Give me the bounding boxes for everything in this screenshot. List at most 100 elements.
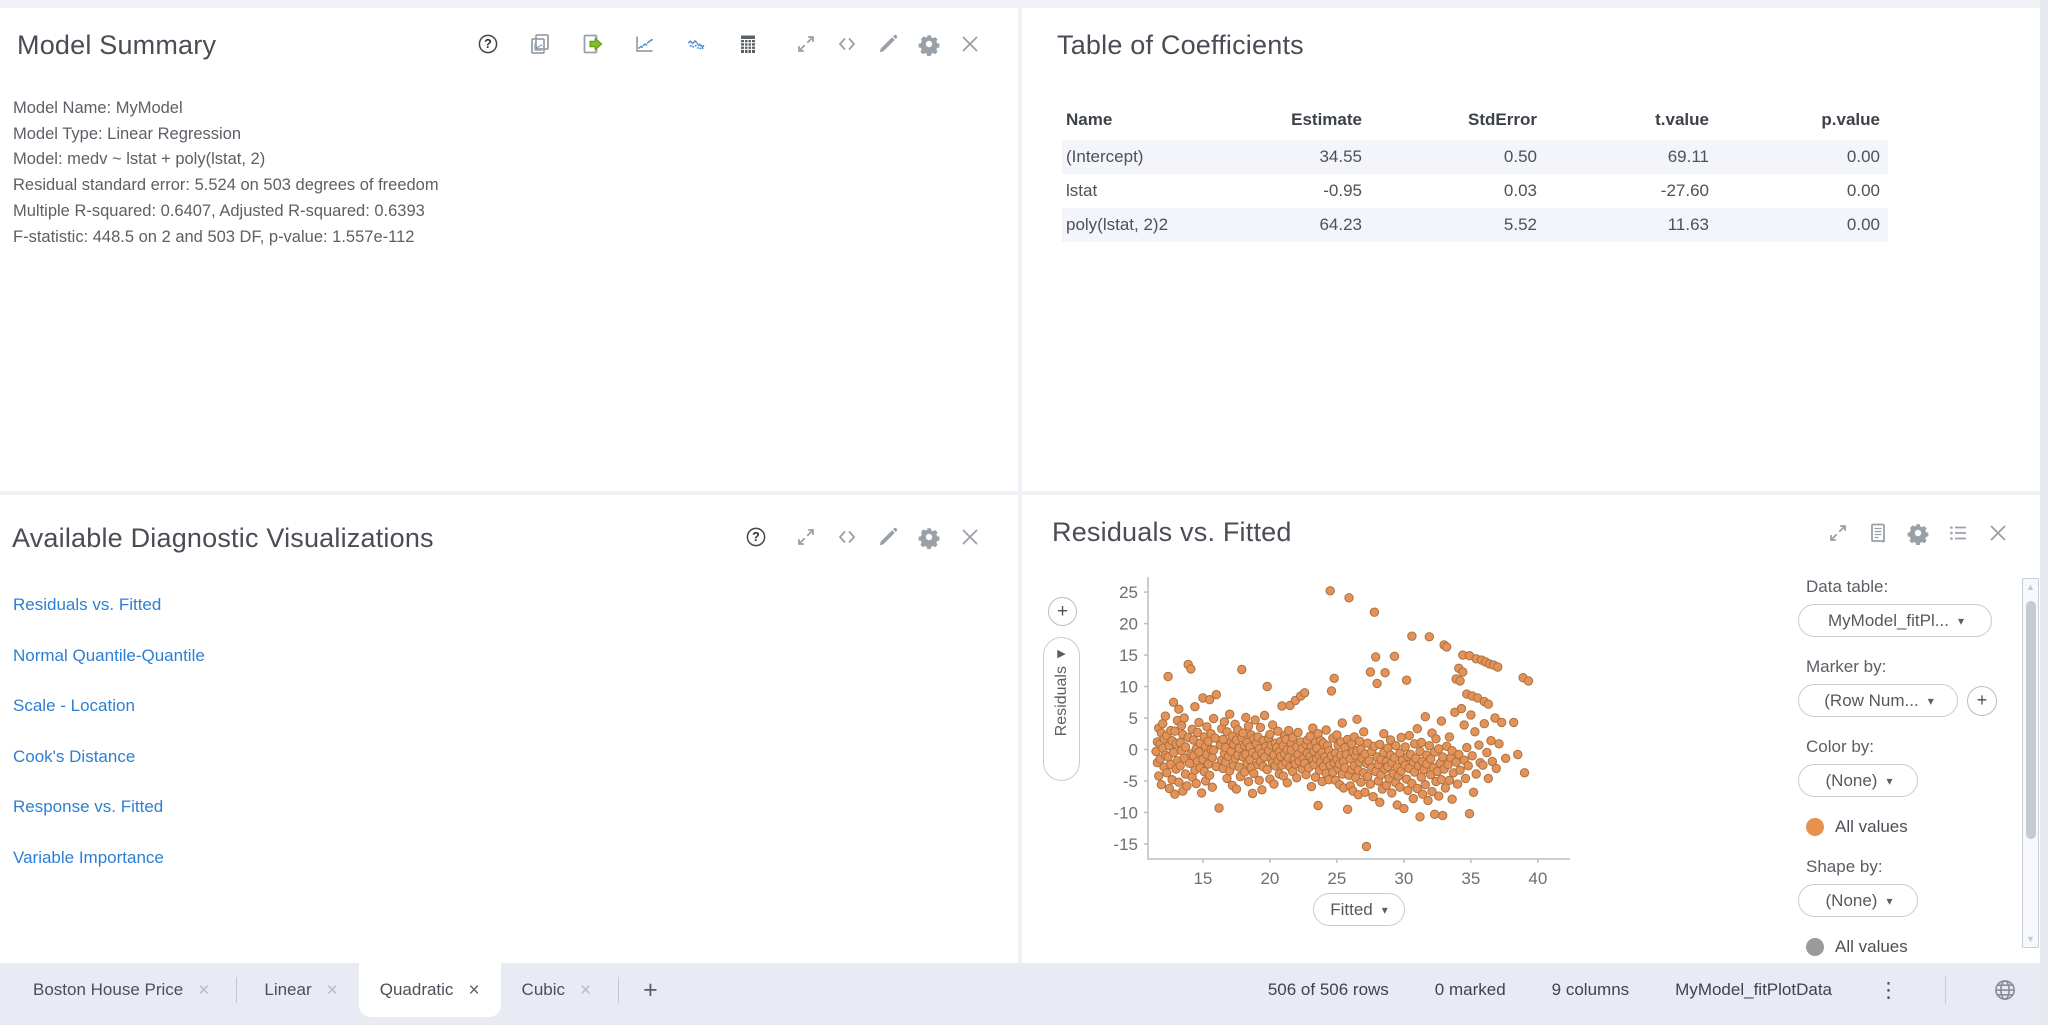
page-scrollbar-strip[interactable] <box>2040 0 2048 1025</box>
chevron-down-icon: ▾ <box>1381 902 1388 917</box>
diagnostic-link[interactable]: Response vs. Fitted <box>13 797 163 816</box>
data-table-dropdown[interactable]: MyModel_fitPl... ▾ <box>1798 604 1992 637</box>
maximize-icon[interactable] <box>794 525 818 549</box>
tab-quadratic[interactable]: Quadratic × <box>358 963 501 1017</box>
code-icon[interactable] <box>835 525 859 549</box>
svg-text:?: ? <box>752 530 760 544</box>
table-cell: lstat <box>1066 181 1098 200</box>
table-cell: 0.03 <box>1503 181 1537 200</box>
table-cell: 69.11 <box>1667 147 1709 166</box>
shape-all-values-swatch <box>1806 938 1824 956</box>
svg-text:-5: -5 <box>1123 772 1138 791</box>
column-header: Name <box>1066 110 1113 129</box>
svg-text:35: 35 <box>1461 869 1480 888</box>
svg-text:0: 0 <box>1129 740 1138 759</box>
list-item: Response vs. Fitted <box>13 797 205 817</box>
scroll-down-icon[interactable]: ▼ <box>2023 934 2038 944</box>
table-row[interactable]: lstat -0.95 0.03 -27.60 0.00 <box>1062 174 1888 208</box>
tab-cubic[interactable]: Cubic × <box>501 963 613 1017</box>
x-axis-selector[interactable]: Fitted ▾ <box>1313 893 1405 926</box>
edit-pencil-icon[interactable] <box>876 32 900 56</box>
svg-text:?: ? <box>484 37 492 51</box>
tab-close-icon[interactable]: × <box>580 981 591 1000</box>
globe-icon[interactable] <box>1992 977 2018 1003</box>
column-header: Estimate <box>1291 110 1362 129</box>
svg-text:30: 30 <box>1394 869 1413 888</box>
scatter-panel: Residuals vs. Fitted + ▶ Residuals 25 20 1… <box>1022 495 2040 963</box>
svg-text:-10: -10 <box>1113 803 1138 822</box>
tab-close-icon[interactable]: × <box>468 981 479 1000</box>
line-chart-icon[interactable] <box>632 32 656 56</box>
kebab-menu-icon[interactable]: ⋮ <box>1878 978 1899 1003</box>
color-by-label: Color by: <box>1806 737 1875 756</box>
active-data-table-status[interactable]: MyModel_fitPlotData <box>1675 980 1832 1000</box>
close-icon[interactable] <box>1986 521 2010 545</box>
calculator-icon[interactable] <box>736 32 760 56</box>
table-cell: -0.95 <box>1323 181 1362 200</box>
diagnostic-link[interactable]: Normal Quantile-Quantile <box>13 646 205 665</box>
maximize-icon[interactable] <box>1826 521 1850 545</box>
add-page-button[interactable]: + <box>625 963 676 1017</box>
tab-linear[interactable]: Linear × <box>243 963 358 1017</box>
table-row[interactable]: (Intercept) 34.55 0.50 69.11 0.00 <box>1062 140 1888 174</box>
duplicate-visualization-icon[interactable] <box>528 32 552 56</box>
color-all-values-label: All values <box>1835 817 1908 836</box>
help-icon[interactable]: ? <box>476 32 500 56</box>
column-header: StdError <box>1468 110 1537 129</box>
color-by-dropdown[interactable]: (None) ▾ <box>1798 764 1918 797</box>
model-summary-toolbar: ? <box>476 32 760 56</box>
list-icon[interactable] <box>1946 521 1970 545</box>
help-icon[interactable]: ? <box>744 525 768 549</box>
gear-icon[interactable] <box>1906 521 1930 545</box>
diagnostics-link-list: Residuals vs. Fitted Normal Quantile-Quan… <box>13 595 205 898</box>
row-count-status: 506 of 506 rows <box>1267 980 1389 999</box>
x-axis-label: Fitted <box>1330 899 1373 919</box>
model-summary-panel: Model Summary ? Model Name: MyModel Model… <box>0 8 1018 491</box>
coefficients-panel: Table of Coefficients Name Estimate StdErr… <box>1022 8 2040 491</box>
flyout-arrow-icon: ▶ <box>1057 648 1066 660</box>
table-cell: 0.00 <box>1846 215 1880 234</box>
marker-by-dropdown[interactable]: (Row Num... ▾ <box>1798 684 1958 717</box>
chevron-down-icon: ▾ <box>1886 893 1893 908</box>
report-icon[interactable] <box>1866 521 1890 545</box>
add-marker-button[interactable]: + <box>1967 685 1997 716</box>
summary-line: F-statistic: 448.5 on 2 and 503 DF, p-va… <box>13 227 415 246</box>
diagnostic-link[interactable]: Cook's Distance <box>13 747 135 766</box>
model-summary-window-controls <box>794 32 982 56</box>
diagnostic-link[interactable]: Scale - Location <box>13 696 135 715</box>
diagnostic-link[interactable]: Variable Importance <box>13 848 164 867</box>
bottom-bar: Boston House Price × Linear × Quadratic × Cubi… <box>0 963 2048 1025</box>
scatter-scrollbar[interactable]: ▲ ▼ <box>2022 578 2039 948</box>
column-count-status: 9 columns <box>1551 980 1630 999</box>
diagnostics-panel: Available Diagnostic Visualizations ? Re… <box>0 495 1018 963</box>
tab-close-icon[interactable]: × <box>198 981 209 1000</box>
y-axis-label: Residuals <box>1052 666 1070 737</box>
marker-by-label: Marker by: <box>1806 657 1887 676</box>
scatter-window-controls <box>1826 521 2010 545</box>
shape-by-dropdown[interactable]: (None) ▾ <box>1798 884 1918 917</box>
code-icon[interactable] <box>835 32 859 56</box>
residual-plot-icon[interactable] <box>684 32 708 56</box>
shape-all-values-label: All values <box>1835 937 1908 956</box>
export-icon[interactable] <box>580 32 604 56</box>
scatter-plot[interactable]: 25 20 15 10 5 0 -5 -10 -15 15 20 25 30 35 40 <box>1072 561 1592 901</box>
close-icon[interactable] <box>958 525 982 549</box>
edit-pencil-icon[interactable] <box>876 525 900 549</box>
maximize-icon[interactable] <box>794 32 818 56</box>
coefficients-table: Name Estimate StdError t.value p.value (Inte… <box>1062 104 1888 242</box>
gear-icon[interactable] <box>917 525 941 549</box>
color-all-values-swatch <box>1806 818 1824 836</box>
tab-close-icon[interactable]: × <box>327 981 338 1000</box>
scroll-up-icon[interactable]: ▲ <box>2023 582 2038 592</box>
table-row[interactable]: poly(lstat, 2)2 64.23 5.52 11.63 0.00 <box>1062 208 1888 242</box>
svg-text:20: 20 <box>1260 869 1279 888</box>
diagnostic-link[interactable]: Residuals vs. Fitted <box>13 595 161 614</box>
scrollbar-thumb[interactable] <box>2025 601 2036 839</box>
gear-icon[interactable] <box>917 32 941 56</box>
tab-boston-house-price[interactable]: Boston House Price × <box>12 963 230 1017</box>
status-bar: 506 of 506 rows 0 marked 9 columns MyMod… <box>1268 963 2018 1017</box>
application-window: Model Summary ? Model Name: MyModel Model… <box>0 0 2048 1025</box>
svg-text:40: 40 <box>1528 869 1547 888</box>
close-icon[interactable] <box>958 32 982 56</box>
summary-line: Residual standard error: 5.524 on 503 de… <box>13 176 439 195</box>
